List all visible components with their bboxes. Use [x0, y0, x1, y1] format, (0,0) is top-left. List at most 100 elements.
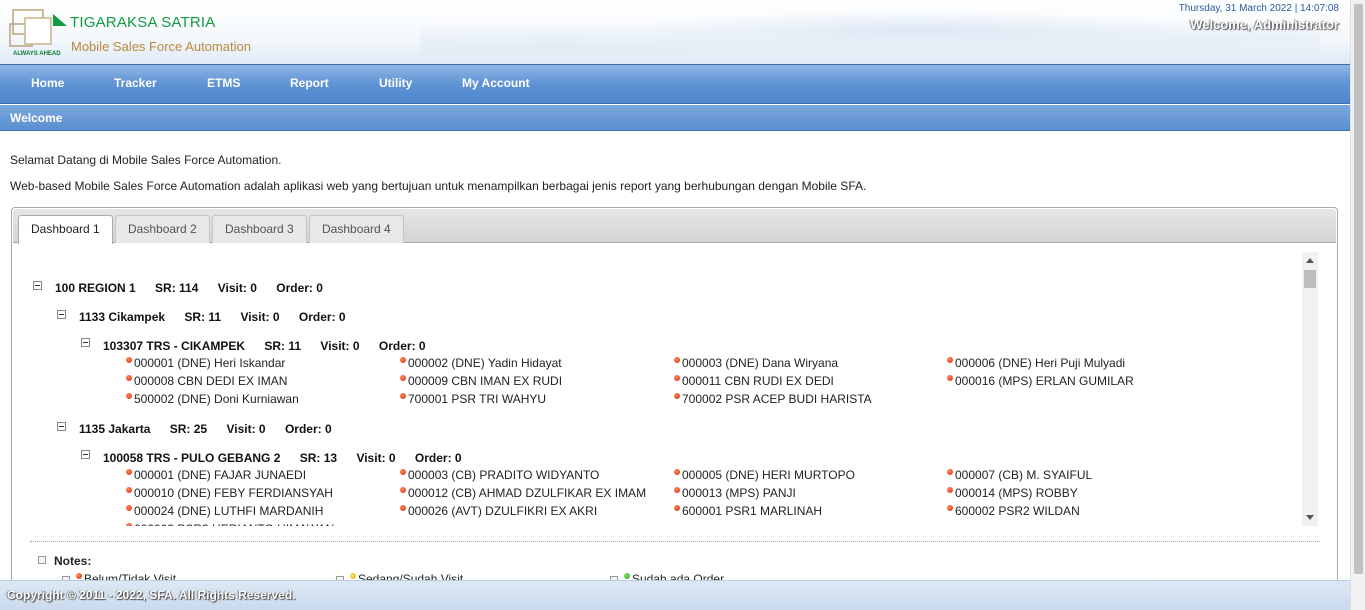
nav-home[interactable]: Home	[31, 76, 64, 90]
tab-dashboard-3[interactable]: Dashboard 3	[212, 215, 307, 243]
status-dot-icon	[126, 487, 132, 493]
branch-name: 100058 TRS - PULO GEBANG 2	[103, 451, 281, 465]
salesman-item[interactable]: 000003 (DNE) Dana Wiryana	[674, 356, 838, 370]
nav-tracker[interactable]: Tracker	[114, 76, 157, 90]
scrollbar-thumb[interactable]	[1304, 270, 1316, 288]
page-scrollbar[interactable]	[1350, 0, 1365, 610]
status-dot-icon	[126, 375, 132, 381]
status-dot-icon	[400, 469, 406, 475]
branch-node[interactable]: 100058 TRS - PULO GEBANG 2 SR: 13 Visit:…	[103, 451, 478, 465]
page-title-bar: Welcome	[0, 105, 1350, 131]
copyright-text: Copyright © 2011 - 2022, SFA. All Rights…	[7, 588, 296, 602]
branch-node[interactable]: 103307 TRS - CIKAMPEK SR: 11 Visit: 0 Or…	[103, 339, 442, 353]
scroll-up-arrow-icon[interactable]	[1306, 258, 1314, 263]
page-title: Welcome	[10, 111, 63, 125]
salesman-item[interactable]: 000002 (DNE) Yadin Hidayat	[400, 356, 562, 370]
nav-utility[interactable]: Utility	[379, 76, 412, 90]
salesman-name: 000026 (AVT) DZULFIKRI EX AKRI	[408, 504, 598, 518]
intro-description-text: Web-based Mobile Sales Force Automation …	[10, 179, 867, 193]
nav-etms[interactable]: ETMS	[207, 76, 240, 90]
salesman-item[interactable]: 000013 (MPS) PANJI	[674, 486, 796, 500]
salesman-item[interactable]: 600002 PSR2 WILDAN	[947, 504, 1080, 518]
salesman-name: 700001 PSR TRI WAHYU	[408, 392, 547, 406]
salesman-item[interactable]: 000001 (DNE) FAJAR JUNAEDI	[126, 468, 306, 482]
collapse-area-icon[interactable]	[57, 422, 66, 431]
salesman-name: 000013 (MPS) PANJI	[682, 486, 796, 500]
tab-dashboard-2[interactable]: Dashboard 2	[115, 215, 210, 243]
status-dot-icon	[400, 505, 406, 511]
tab-dashboard-1[interactable]: Dashboard 1	[18, 215, 113, 244]
notes-toggle-box[interactable]	[38, 556, 46, 564]
salesman-item[interactable]: 000024 (DNE) LUTHFI MARDANIH	[126, 504, 323, 518]
collapse-branch-icon[interactable]	[81, 450, 90, 459]
collapse-area-icon[interactable]	[57, 310, 66, 319]
app-root: TIGARAKSA SATRIA ALWAYS AHEAD Mobile Sal…	[0, 0, 1365, 610]
status-dot-icon	[400, 393, 406, 399]
salesman-item[interactable]: 000008 CBN DEDI EX IMAN	[126, 374, 287, 388]
header: TIGARAKSA SATRIA ALWAYS AHEAD Mobile Sal…	[0, 0, 1350, 64]
salesman-item[interactable]: 700001 PSR TRI WAHYU	[400, 392, 546, 406]
salesman-item[interactable]: 500002 (DNE) Doni Kurniawan	[126, 392, 299, 406]
region-name: 100 REGION 1	[55, 281, 136, 295]
salesman-item[interactable]: 700002 PSR ACEP BUDI HARISTA	[674, 392, 872, 406]
status-dot-icon	[947, 469, 953, 475]
tab-dashboard-4[interactable]: Dashboard 4	[309, 215, 404, 243]
salesman-name: 000009 CBN IMAN EX RUDI	[408, 374, 563, 388]
area-node[interactable]: 1135 Jakarta SR: 25 Visit: 0 Order: 0	[79, 422, 348, 436]
salesman-item[interactable]: 600001 PSR1 MARLINAH	[674, 504, 822, 518]
region-node[interactable]: 100 REGION 1 SR: 114 Visit: 0 Order: 0	[55, 281, 339, 295]
salesman-name: 600001 PSR1 MARLINAH	[682, 504, 823, 518]
status-dot-icon	[674, 375, 680, 381]
yellow-status-dot-icon	[350, 573, 356, 579]
salesman-name: 000016 (MPS) ERLAN GUMILAR	[955, 374, 1134, 388]
branch-sr: SR: 13	[299, 451, 338, 465]
salesman-item[interactable]: 600003 PSR3 HERIANTO HIMAWAN	[126, 522, 334, 526]
salesman-item[interactable]: 000003 (CB) PRADITO WIDYANTO	[400, 468, 599, 482]
status-dot-icon	[947, 357, 953, 363]
salesman-item[interactable]: 000016 (MPS) ERLAN GUMILAR	[947, 374, 1134, 388]
status-dot-icon	[126, 393, 132, 399]
main-nav: Home Tracker ETMS Report Utility My Acco…	[0, 64, 1350, 104]
salesman-item[interactable]: 000007 (CB) M. SYAIFUL	[947, 468, 1092, 482]
collapse-branch-icon[interactable]	[81, 338, 90, 347]
page-scrollbar-thumb[interactable]	[1354, 4, 1363, 574]
scroll-down-arrow-icon[interactable]	[1306, 515, 1314, 520]
salesman-item[interactable]: 000026 (AVT) DZULFIKRI EX AKRI	[400, 504, 597, 518]
salesman-item[interactable]: 000012 (CB) AHMAD DZULFIKAR EX IMAM	[400, 486, 646, 500]
header-clouds	[420, 8, 1320, 64]
status-dot-icon	[126, 357, 132, 363]
nav-my-account[interactable]: My Account	[462, 76, 530, 90]
area-sr: SR: 11	[184, 310, 222, 324]
area-order: Order: 0	[298, 310, 346, 324]
area-name: 1133 Cikampek	[79, 310, 166, 324]
notes-label: Notes:	[54, 554, 92, 568]
dashboard-tree: 100 REGION 1 SR: 114 Visit: 0 Order: 0 1…	[26, 254, 1320, 526]
salesman-name: 000008 CBN DEDI EX IMAN	[134, 374, 288, 388]
salesman-item[interactable]: 000011 CBN RUDI EX DEDI	[674, 374, 834, 388]
brand-tagline: ALWAYS AHEAD	[13, 51, 61, 57]
salesman-item[interactable]: 000001 (DNE) Heri Iskandar	[126, 356, 285, 370]
salesman-name: 600003 PSR3 HERIANTO HIMAWAN	[134, 522, 334, 526]
salesman-item[interactable]: 000005 (DNE) HERI MURTOPO	[674, 468, 855, 482]
status-dot-icon	[674, 357, 680, 363]
salesman-item[interactable]: 000009 CBN IMAN EX RUDI	[400, 374, 562, 388]
branch-name: 103307 TRS - CIKAMPEK	[103, 339, 246, 353]
salesman-name: 000011 CBN RUDI EX DEDI	[682, 374, 834, 388]
salesman-item[interactable]: 000006 (DNE) Heri Puji Mulyadi	[947, 356, 1125, 370]
status-dot-icon	[126, 523, 132, 526]
collapse-region-icon[interactable]	[33, 281, 42, 290]
status-dot-icon	[126, 505, 132, 511]
nav-report[interactable]: Report	[290, 76, 329, 90]
area-node[interactable]: 1133 Cikampek SR: 11 Visit: 0 Order: 0	[79, 310, 362, 324]
status-dot-icon	[400, 487, 406, 493]
brand-name: TIGARAKSA SATRIA	[70, 14, 216, 31]
tree-scrollbar[interactable]	[1302, 252, 1318, 526]
salesman-item[interactable]: 000010 (DNE) FEBY FERDIANSYAH	[126, 486, 333, 500]
salesman-name: 500002 (DNE) Doni Kurniawan	[134, 392, 299, 406]
area-order: Order: 0	[284, 422, 332, 436]
salesman-name: 000003 (CB) PRADITO WIDYANTO	[408, 468, 600, 482]
branch-visit: Visit: 0	[320, 339, 360, 353]
region-order: Order: 0	[276, 281, 323, 295]
salesman-item[interactable]: 000014 (MPS) ROBBY	[947, 486, 1078, 500]
salesman-name: 000006 (DNE) Heri Puji Mulyadi	[955, 356, 1126, 370]
